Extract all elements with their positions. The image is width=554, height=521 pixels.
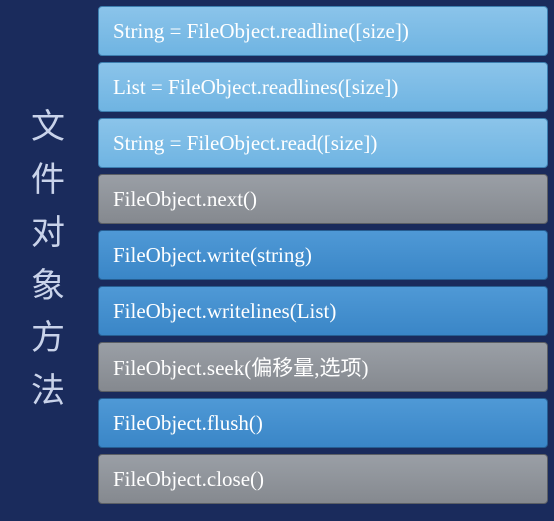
method-label: FileObject.flush() — [113, 411, 263, 436]
sidebar: 文 件 对 象 方 法 — [0, 0, 98, 521]
method-label: String = FileObject.readline([size]) — [113, 19, 409, 44]
list-item: FileObject.seek(偏移量,选项) — [98, 342, 548, 392]
method-label: FileObject.write(string) — [113, 243, 312, 268]
method-label: String = FileObject.read([size]) — [113, 131, 377, 156]
title-char: 件 — [31, 162, 67, 199]
list-item: String = FileObject.readline([size]) — [98, 6, 548, 56]
method-label: FileObject.seek(偏移量,选项) — [113, 352, 368, 382]
title-char: 方 — [31, 320, 67, 357]
sidebar-title: 文 件 对 象 方 法 — [31, 102, 67, 418]
list-item: FileObject.writelines(List) — [98, 286, 548, 336]
list-item: FileObject.close() — [98, 454, 548, 504]
list-item: List = FileObject.readlines([size]) — [98, 62, 548, 112]
list-item: FileObject.write(string) — [98, 230, 548, 280]
list-item: FileObject.flush() — [98, 398, 548, 448]
title-char: 对 — [31, 215, 67, 252]
title-char: 文 — [31, 109, 67, 146]
method-label: FileObject.writelines(List) — [113, 299, 336, 324]
title-char: 法 — [31, 373, 67, 410]
list-item: FileObject.next() — [98, 174, 548, 224]
list-item: String = FileObject.read([size]) — [98, 118, 548, 168]
title-char: 象 — [31, 268, 67, 305]
method-label: List = FileObject.readlines([size]) — [113, 75, 398, 100]
method-label: FileObject.next() — [113, 187, 257, 212]
method-label: FileObject.close() — [113, 467, 264, 492]
method-list: String = FileObject.readline([size]) Lis… — [98, 0, 554, 521]
